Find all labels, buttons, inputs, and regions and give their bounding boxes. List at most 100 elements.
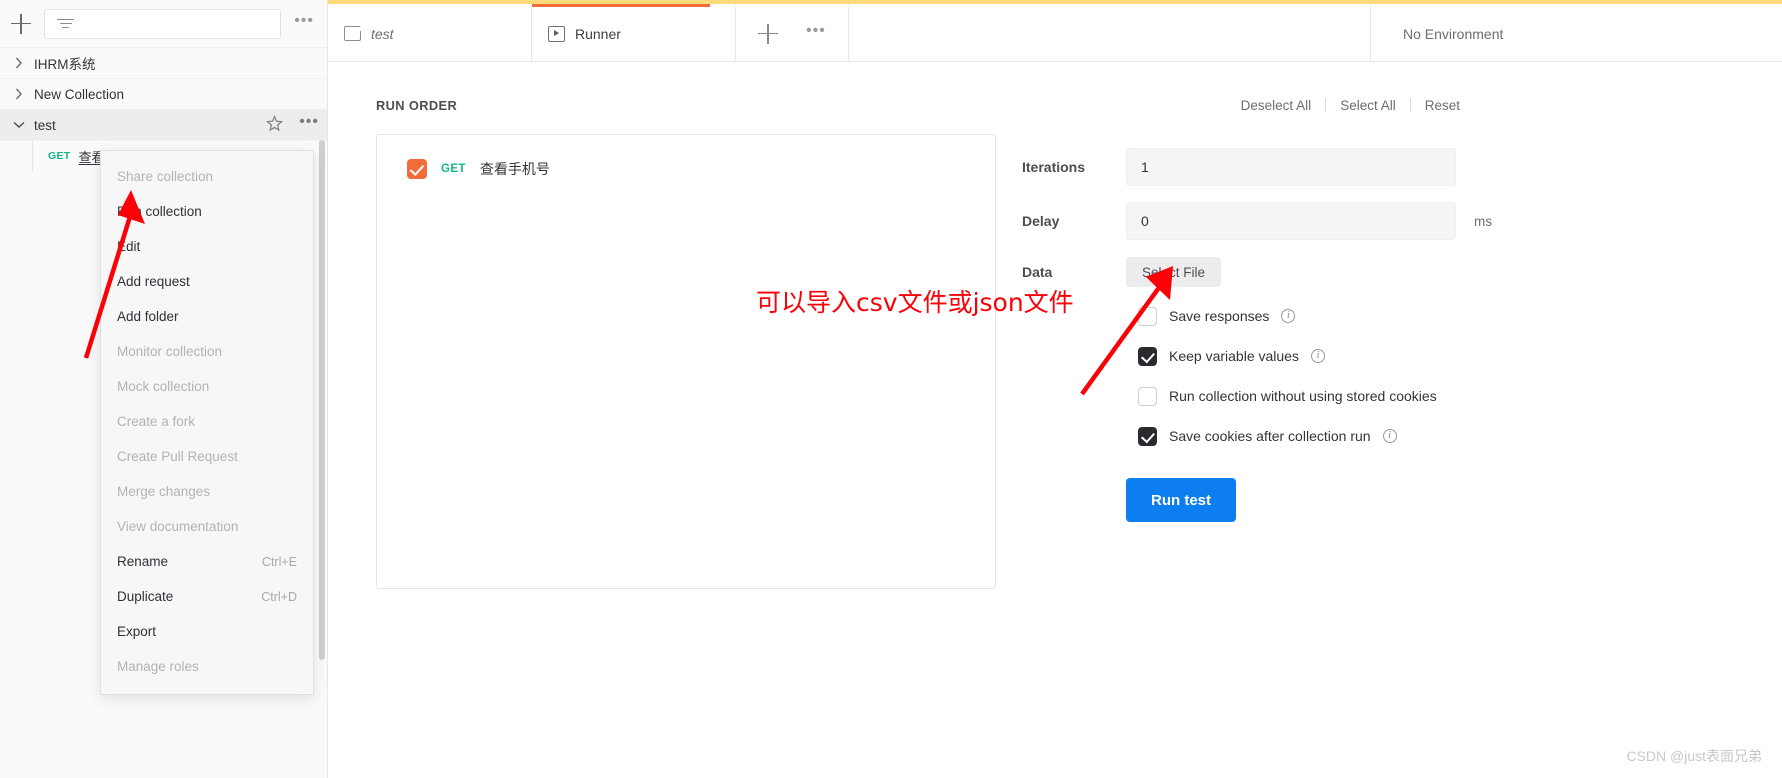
new-tab-icon[interactable]	[758, 23, 778, 44]
tab-spacer	[849, 0, 1370, 61]
runner-columns: GET 查看手机号 Iterations 1 Delay 0 ms Data S…	[328, 122, 1782, 589]
iterations-input[interactable]: 1	[1126, 148, 1456, 186]
play-icon	[548, 25, 565, 42]
menu-item-label: Edit	[117, 239, 141, 254]
chevron-right-icon	[10, 57, 28, 69]
menu-item-shortcut: Ctrl+E	[261, 554, 297, 569]
tab-test[interactable]: test	[328, 6, 532, 61]
option-keep-variable-values[interactable]: Keep variable values i	[1022, 336, 1492, 376]
tab-runner[interactable]: Runner	[532, 6, 736, 61]
run-order-actions: Deselect All Select All Reset	[1227, 98, 1474, 113]
run-order-title: RUN ORDER	[376, 97, 458, 113]
chevron-right-icon	[10, 88, 28, 100]
watermark: CSDN @just表面兄弟	[1626, 748, 1762, 764]
option-save-cookies[interactable]: Save cookies after collection run i	[1022, 416, 1492, 456]
menu-item-shortcut: Ctrl+D	[261, 589, 297, 604]
sidebar-item-test[interactable]: test •••	[0, 110, 327, 141]
delay-row: Delay 0 ms	[1022, 194, 1492, 248]
sidebar-more-icon[interactable]: •••	[291, 12, 317, 32]
delay-value: 0	[1141, 213, 1149, 229]
postman-window: ••• IHRM系统 New Collection test ••• GET S…	[0, 0, 1782, 778]
menu-item-label: Run collection	[117, 204, 202, 219]
sidebar-item-label: test	[34, 117, 56, 133]
request-method-label: GET	[48, 150, 71, 162]
collection-context-menu: Share collection Run collection Edit Add…	[100, 150, 314, 695]
request-checkbox[interactable]	[407, 159, 427, 179]
tabs-more-icon[interactable]: •••	[806, 22, 826, 41]
menu-item-edit[interactable]: Edit	[101, 229, 313, 264]
delay-input[interactable]: 0	[1126, 202, 1456, 240]
collection-more-icon[interactable]: •••	[291, 113, 327, 133]
tab-accent-bar-test	[328, 0, 532, 4]
filter-icon	[57, 17, 74, 31]
menu-item-manage-roles: Manage roles	[101, 649, 313, 684]
menu-item-add-request[interactable]: Add request	[101, 264, 313, 299]
menu-item-mock-collection: Mock collection	[101, 369, 313, 404]
menu-item-label: Duplicate	[117, 589, 174, 604]
menu-item-export[interactable]: Export	[101, 614, 313, 649]
add-new-icon[interactable]	[8, 11, 34, 37]
run-order-header: RUN ORDER Deselect All Select All Reset	[328, 88, 1782, 122]
option-label: Save cookies after collection run	[1169, 428, 1371, 444]
request-method-label: GET	[441, 163, 466, 175]
menu-item-label: Mock collection	[117, 379, 210, 394]
request-name-label: 查看手机号	[479, 161, 550, 177]
tab-strip: test Runner ••• No Environment	[328, 0, 1782, 62]
option-label: Save responses	[1169, 308, 1270, 324]
menu-item-label: Manage roles	[117, 659, 199, 674]
deselect-all-button[interactable]: Deselect All	[1227, 98, 1326, 113]
reset-button[interactable]: Reset	[1411, 98, 1474, 113]
sidebar-scrollbar[interactable]	[319, 140, 325, 660]
menu-item-duplicate[interactable]: Duplicate Ctrl+D	[101, 579, 313, 614]
option-run-without-cookies[interactable]: Run collection without using stored cook…	[1022, 376, 1492, 416]
menu-item-label: Monitor collection	[117, 344, 223, 359]
menu-item-label: Create a fork	[117, 414, 196, 429]
menu-item-label: Create Pull Request	[117, 449, 238, 464]
menu-item-add-folder[interactable]: Add folder	[101, 299, 313, 334]
info-icon[interactable]: i	[1310, 349, 1325, 363]
menu-item-monitor-collection: Monitor collection	[101, 334, 313, 369]
select-all-button[interactable]: Select All	[1326, 98, 1410, 113]
menu-item-label: Rename	[117, 554, 169, 569]
delay-label: Delay	[1022, 213, 1060, 229]
run-without-cookies-checkbox[interactable]	[1138, 386, 1157, 406]
annotation-note: 可以导入csv文件或json文件	[756, 288, 1074, 317]
save-responses-checkbox[interactable]	[1138, 306, 1157, 326]
filter-input[interactable]	[44, 8, 282, 39]
sidebar-item-new-collection[interactable]: New Collection	[0, 79, 327, 110]
menu-item-label: Add request	[117, 274, 190, 289]
runner-settings: Iterations 1 Delay 0 ms Data Select File…	[996, 134, 1492, 522]
menu-item-share-collection: Share collection	[101, 159, 313, 194]
menu-item-label: Export	[117, 624, 157, 639]
tab-accent-bar-fill	[532, 0, 1782, 4]
menu-item-label: View documentation	[117, 519, 239, 534]
tab-label: test	[371, 25, 394, 42]
menu-item-create-pull-request: Create Pull Request	[101, 439, 313, 474]
keep-variable-values-checkbox[interactable]	[1138, 346, 1157, 366]
environment-selector[interactable]: No Environment	[1370, 6, 1782, 61]
run-button-wrap: Run test	[1022, 456, 1492, 522]
option-label: Run collection without using stored cook…	[1169, 388, 1437, 404]
iterations-value: 1	[1141, 159, 1149, 175]
runner-view: RUN ORDER Deselect All Select All Reset …	[328, 62, 1782, 589]
info-icon[interactable]: i	[1281, 309, 1296, 323]
save-cookies-checkbox[interactable]	[1138, 426, 1157, 446]
menu-item-rename[interactable]: Rename Ctrl+E	[101, 544, 313, 579]
option-save-responses[interactable]: Save responses i	[1022, 296, 1492, 336]
run-list-item[interactable]: GET 查看手机号	[377, 149, 995, 189]
menu-item-create-a-fork: Create a fork	[101, 404, 313, 439]
data-label: Data	[1022, 264, 1053, 280]
data-row: Data Select File	[1022, 248, 1492, 296]
environment-label: No Environment	[1403, 25, 1504, 42]
folder-icon	[344, 25, 362, 41]
menu-item-run-collection[interactable]: Run collection	[101, 194, 313, 229]
menu-item-label: Add folder	[117, 309, 179, 324]
star-icon[interactable]	[258, 114, 291, 135]
delay-unit-label: ms	[1474, 213, 1492, 229]
select-file-button[interactable]: Select File	[1126, 257, 1222, 287]
iterations-label: Iterations	[1022, 159, 1086, 175]
sidebar-item-label: New Collection	[34, 86, 125, 102]
sidebar-item-ihrm[interactable]: IHRM系统	[0, 48, 327, 79]
run-test-button[interactable]: Run test	[1126, 478, 1236, 522]
info-icon[interactable]: i	[1382, 429, 1397, 443]
